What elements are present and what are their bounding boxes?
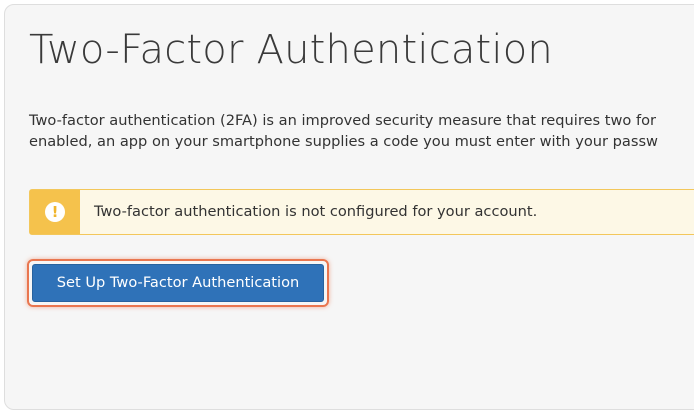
page-description: Two-factor authentication (2FA) is an im… [29,110,694,152]
setup-2fa-button[interactable]: Set Up Two-Factor Authentication [27,259,329,307]
alert-icon-box: ! [30,190,80,234]
description-line: enabled, an app on your smartphone suppl… [29,133,658,150]
alert-message: Two-factor authentication is not configu… [94,203,538,220]
page-title: Two-Factor Authentication [29,27,553,73]
content-panel: Two-Factor Authentication Two-factor aut… [4,4,694,410]
exclamation-icon: ! [45,202,65,222]
setup-2fa-button-label: Set Up Two-Factor Authentication [32,264,324,302]
warning-alert: ! Two-factor authentication is not confi… [29,189,694,235]
description-line: Two-factor authentication (2FA) is an im… [29,112,657,129]
